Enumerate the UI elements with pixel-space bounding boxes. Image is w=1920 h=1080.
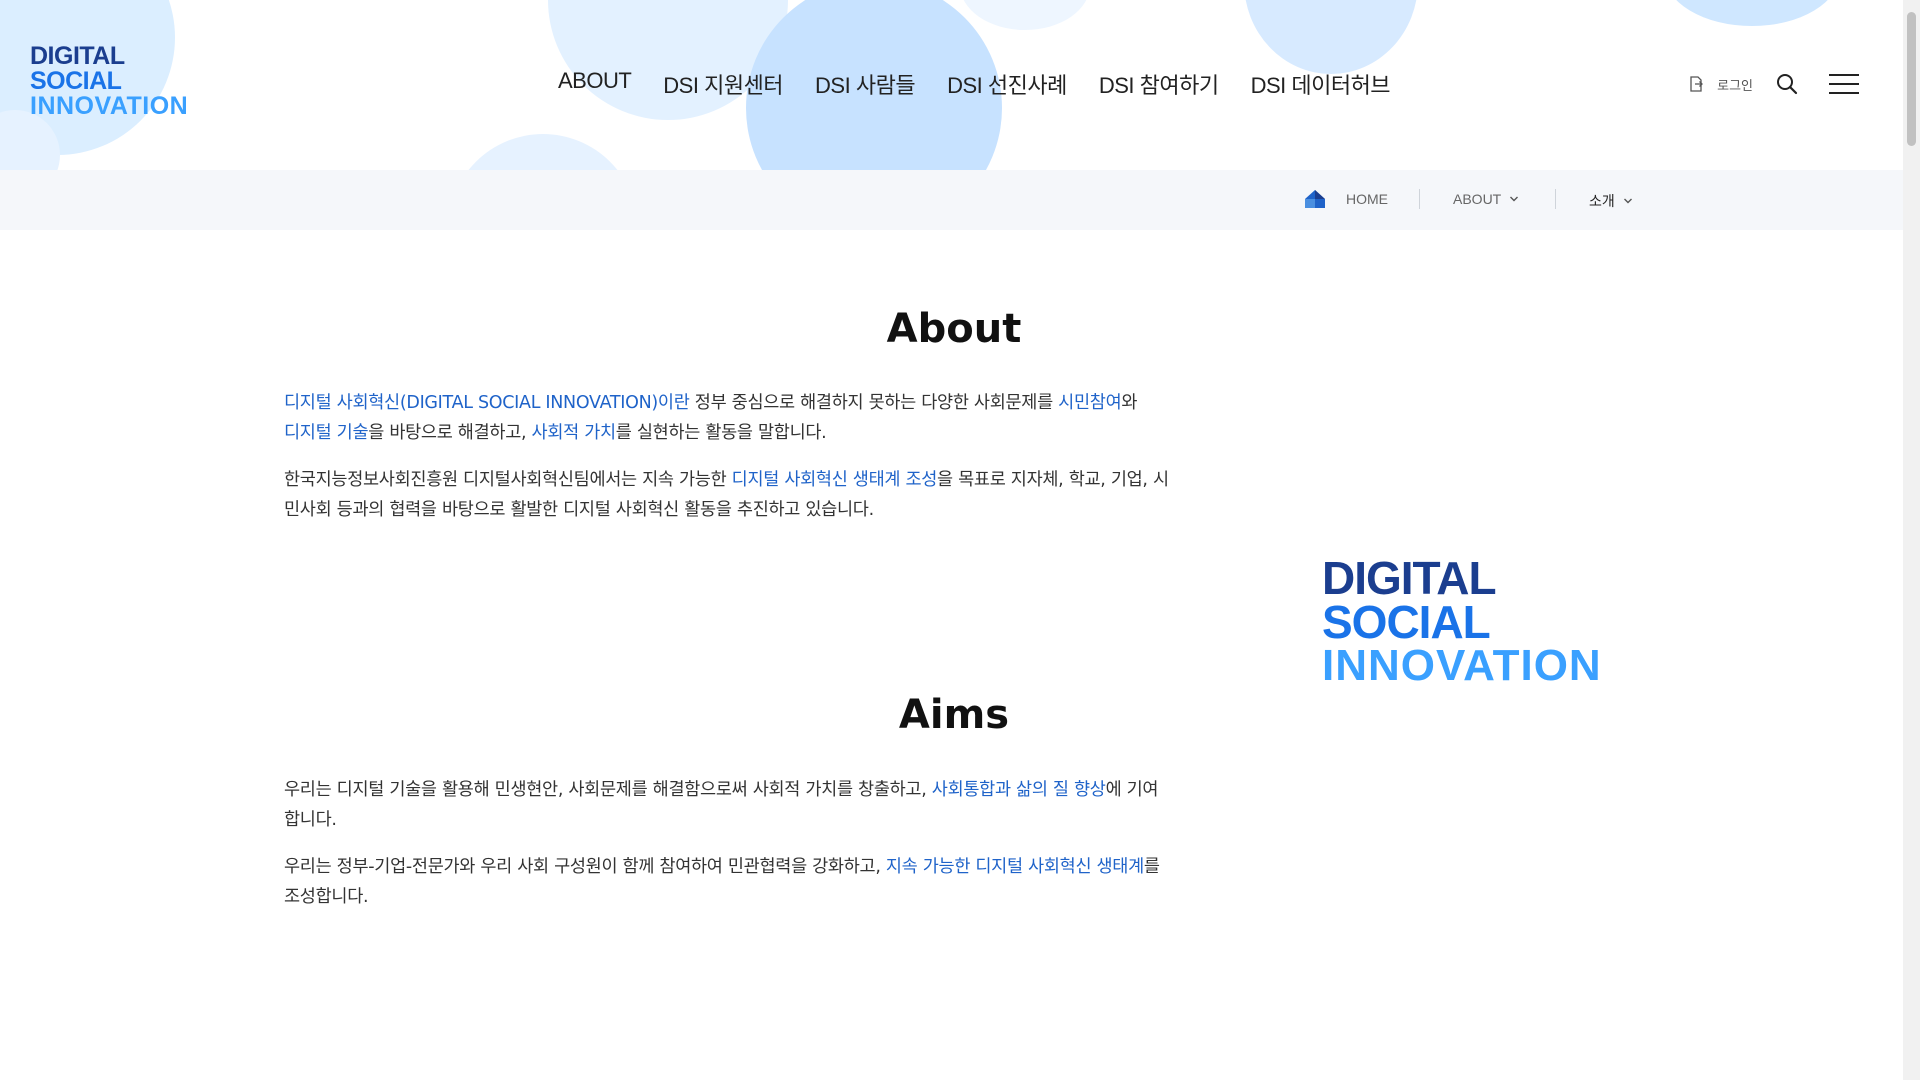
hamburger-menu-icon[interactable] bbox=[1829, 73, 1859, 95]
highlight-text: 시민참여 bbox=[1058, 393, 1122, 413]
breadcrumb-level1-label: ABOUT bbox=[1453, 191, 1502, 207]
site-header: DIGITAL SOCIAL INNOVATION ABOUT DSI 지원센터… bbox=[0, 0, 1903, 170]
decorative-bubble bbox=[1244, 0, 1418, 74]
body-text: 을 바탕으로 해결하고, bbox=[368, 423, 532, 443]
breadcrumb-home[interactable]: HOME bbox=[1346, 191, 1388, 207]
highlight-text: 사회통합과 삶의 질 향상 bbox=[931, 780, 1106, 800]
decorative-bubble bbox=[448, 134, 638, 170]
scrollbar[interactable] bbox=[1903, 0, 1920, 1080]
utility-menu: 로그인 bbox=[1687, 72, 1859, 96]
nav-item-support-center[interactable]: DSI 지원센터 bbox=[663, 68, 783, 100]
body-text: 우리는 정부-기업-전문가와 우리 사회 구성원이 함께 참여하여 민관협력을 … bbox=[284, 857, 886, 877]
nav-item-participate[interactable]: DSI 참여하기 bbox=[1099, 68, 1219, 100]
dsi-logo-icon: DIGITAL SOCIAL INNOVATION bbox=[30, 42, 188, 117]
breadcrumb-level2-dropdown[interactable]: 소개 bbox=[1589, 191, 1633, 211]
breadcrumb-divider bbox=[1555, 189, 1556, 209]
body-text: 정부 중심으로 해결하지 못하는 다양한 사회문제를 bbox=[689, 393, 1059, 413]
main-navigation: ABOUT DSI 지원센터 DSI 사람들 DSI 선진사례 DSI 참여하기… bbox=[558, 68, 1422, 100]
nav-item-people[interactable]: DSI 사람들 bbox=[815, 68, 916, 100]
body-text: 한국지능정보사회진흥원 디지털사회혁신팀에서는 지속 가능한 bbox=[284, 470, 732, 490]
dsi-large-logo: DIGITAL SOCIAL INNOVATION bbox=[1322, 552, 1656, 690]
scrollbar-thumb[interactable] bbox=[1907, 12, 1916, 146]
search-icon[interactable] bbox=[1775, 72, 1799, 96]
breadcrumb-level1-dropdown[interactable]: ABOUT bbox=[1453, 191, 1519, 207]
breadcrumb: HOME ABOUT 소개 bbox=[0, 170, 1903, 230]
dsi-logo-icon: DIGITAL SOCIAL INNOVATION bbox=[1322, 552, 1602, 690]
login-label: 로그인 bbox=[1717, 77, 1753, 93]
aims-paragraph-1: 우리는 디지털 기술을 활용해 민생현안, 사회문제를 해결함으로써 사회적 가… bbox=[284, 775, 1174, 835]
nav-item-data-hub[interactable]: DSI 데이터허브 bbox=[1251, 68, 1391, 100]
chevron-down-icon bbox=[1510, 196, 1519, 202]
nav-item-about[interactable]: ABOUT bbox=[558, 68, 632, 100]
breadcrumb-level2-label: 소개 bbox=[1589, 193, 1615, 209]
decorative-bubble bbox=[960, 0, 1090, 30]
highlight-text: 디지털 사회혁신 생태계 조성 bbox=[731, 470, 938, 490]
about-paragraph-2: 한국지능정보사회진흥원 디지털사회혁신팀에서는 지속 가능한 디지털 사회혁신 … bbox=[284, 465, 1174, 525]
body-text: 와 bbox=[1121, 393, 1138, 413]
login-button[interactable]: 로그인 bbox=[1687, 75, 1753, 94]
svg-text:INNOVATION: INNOVATION bbox=[1322, 641, 1602, 684]
highlight-text: 디지털 사회혁신(DIGITAL SOCIAL INNOVATION)이란 bbox=[284, 393, 690, 413]
body-text: 우리는 디지털 기술을 활용해 민생현안, 사회문제를 해결함으로써 사회적 가… bbox=[284, 780, 932, 800]
site-logo[interactable]: DIGITAL SOCIAL INNOVATION bbox=[30, 42, 220, 117]
aims-title: Aims bbox=[898, 692, 1010, 738]
svg-text:SOCIAL: SOCIAL bbox=[30, 67, 122, 95]
body-text: 를 실현하는 활동을 말합니다. bbox=[615, 423, 827, 443]
login-icon bbox=[1690, 76, 1704, 92]
breadcrumb-divider bbox=[1419, 189, 1420, 209]
home-icon[interactable] bbox=[1304, 189, 1326, 209]
highlight-text: 지속 가능한 디지털 사회혁신 생태계 bbox=[885, 857, 1144, 877]
svg-text:INNOVATION: INNOVATION bbox=[30, 92, 188, 117]
highlight-text: 사회적 가치 bbox=[531, 423, 617, 443]
about-title: About bbox=[886, 306, 1022, 352]
decorative-bubble bbox=[1664, 0, 1840, 26]
svg-text:DIGITAL: DIGITAL bbox=[30, 42, 125, 70]
highlight-text: 디지털 기술 bbox=[284, 423, 369, 443]
about-paragraph-1: 디지털 사회혁신(DIGITAL SOCIAL INNOVATION)이란 정부… bbox=[284, 388, 1174, 448]
chevron-down-icon bbox=[1623, 198, 1632, 204]
aims-paragraph-2: 우리는 정부-기업-전문가와 우리 사회 구성원이 함께 참여하여 민관협력을 … bbox=[284, 852, 1174, 912]
nav-item-best-practices[interactable]: DSI 선진사례 bbox=[947, 68, 1067, 100]
